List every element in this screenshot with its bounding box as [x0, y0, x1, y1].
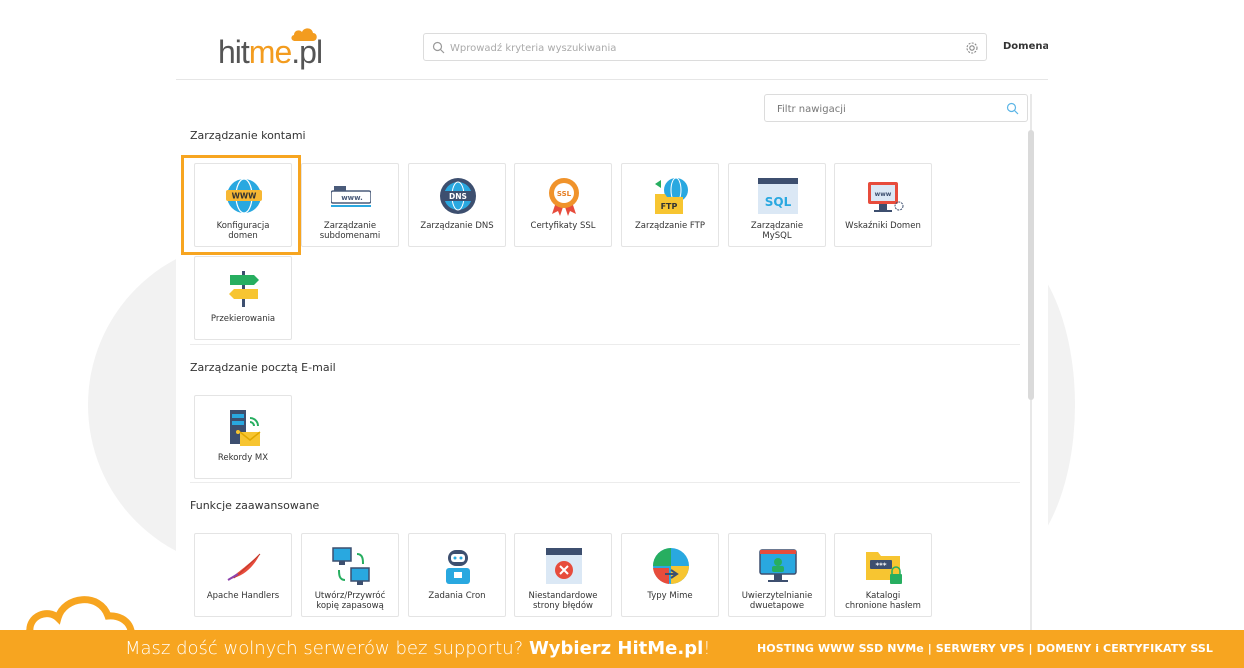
- section-title-advanced: Funkcje zaawansowane: [190, 499, 320, 512]
- signpost-icon: [229, 271, 259, 307]
- section-divider: [190, 482, 1020, 483]
- navigation-filter[interactable]: [764, 94, 1028, 122]
- tile-label: Typy Mime: [647, 591, 693, 601]
- tile-label: Rekordy MX: [217, 453, 269, 463]
- domain-monitor-icon: www: [868, 182, 904, 212]
- tile-label: Zarządzanie FTP: [634, 221, 705, 231]
- locked-folder-icon: ***: [866, 552, 902, 584]
- logo-text: hitme.pl: [218, 34, 323, 70]
- section-title-email: Zarządzanie pocztą E-mail: [190, 361, 336, 374]
- tile-backup[interactable]: Utwórz/Przywróć kopię zapasową: [301, 533, 399, 617]
- tile-mx-records[interactable]: Rekordy MX: [194, 395, 292, 479]
- tile-label: Uwierzytelnianie dwuetapowe: [741, 591, 813, 611]
- error-page-icon: [546, 548, 582, 584]
- apache-feather-icon: [227, 553, 261, 581]
- tile-domain-pointers[interactable]: www Wskaźniki Domen: [834, 163, 932, 247]
- tile-label: Zarządzanie MySQL: [750, 221, 804, 241]
- search-input[interactable]: [450, 38, 950, 58]
- tile-password-directories[interactable]: *** Katalogi chronione hasłem: [834, 533, 932, 617]
- svg-text:www: www: [875, 191, 892, 198]
- tile-subdomains[interactable]: www. Zarządzanie subdomenami: [301, 163, 399, 247]
- search-icon: [1006, 102, 1019, 115]
- tile-label: Zarządzanie DNS: [420, 221, 494, 231]
- cron-robot-icon: [446, 550, 470, 584]
- header-divider: [176, 79, 1048, 80]
- mx-server-mail-icon: [230, 410, 261, 446]
- svg-text:***: ***: [876, 562, 887, 570]
- dns-globe-icon: DNS: [440, 178, 476, 214]
- mime-types-icon: [653, 548, 689, 584]
- gear-icon[interactable]: [965, 41, 979, 55]
- svg-text:SQL: SQL: [765, 195, 792, 209]
- promo-banner[interactable]: Masz dość wolnych serwerów bez supportu?…: [0, 630, 1244, 668]
- banner-services: HOSTING WWW SSD NVMe | SERWERY VPS | DOM…: [757, 642, 1213, 655]
- banner-slogan: Masz dość wolnych serwerów bez supportu?…: [125, 638, 711, 659]
- tile-label: Apache Handlers: [206, 591, 280, 601]
- cpanel-window: hitme.pl Domena Zarządzanie kontami: [176, 0, 1048, 630]
- section-divider: [190, 344, 1020, 345]
- svg-text:FTP: FTP: [661, 202, 678, 211]
- tile-label: Przekierowania: [210, 314, 276, 324]
- tile-error-pages[interactable]: Niestandardowe strony błędów: [514, 533, 612, 617]
- tile-two-factor[interactable]: Uwierzytelnianie dwuetapowe: [728, 533, 826, 617]
- tile-label: Zarządzanie subdomenami: [319, 221, 381, 241]
- search-box[interactable]: [423, 33, 987, 61]
- domain-selector[interactable]: Domena: [1003, 41, 1048, 52]
- tile-label: Katalogi chronione hasłem: [845, 591, 921, 611]
- highlight-box: [181, 155, 301, 255]
- svg-text:SSL: SSL: [557, 190, 572, 198]
- tile-mysql[interactable]: SQL Zarządzanie MySQL: [728, 163, 826, 247]
- banner-brand: Wybierz HitMe.pl: [528, 638, 704, 659]
- tile-label: Certyfikaty SSL: [530, 221, 596, 231]
- tile-label: Niestandardowe strony błędów: [528, 591, 598, 611]
- tile-ftp[interactable]: FTP Zarządzanie FTP: [621, 163, 719, 247]
- svg-text:www.: www.: [341, 194, 363, 202]
- svg-text:DNS: DNS: [449, 192, 467, 201]
- sql-database-icon: SQL: [758, 178, 798, 214]
- tile-apache-handlers[interactable]: Apache Handlers: [194, 533, 292, 617]
- tile-label: Zadania Cron: [428, 591, 486, 601]
- subdomain-icon: www.: [331, 186, 371, 207]
- ssl-badge-icon: SSL: [549, 178, 579, 216]
- tile-label: Utwórz/Przywróć kopię zapasową: [314, 591, 386, 611]
- scrollbar[interactable]: [1028, 94, 1034, 630]
- filter-input[interactable]: [777, 100, 997, 118]
- tile-redirects[interactable]: Przekierowania: [194, 256, 292, 340]
- ftp-folder-icon: FTP: [655, 177, 688, 214]
- tile-dns[interactable]: DNS Zarządzanie DNS: [408, 163, 506, 247]
- two-factor-monitor-icon: [759, 549, 797, 582]
- section-title-accounts: Zarządzanie kontami: [190, 129, 306, 142]
- tile-mime-types[interactable]: Typy Mime: [621, 533, 719, 617]
- scroll-thumb[interactable]: [1028, 130, 1034, 400]
- tile-label: Wskaźniki Domen: [845, 221, 921, 231]
- backup-computers-icon: [332, 547, 370, 585]
- search-icon: [432, 41, 445, 54]
- hitme-logo[interactable]: hitme.pl: [218, 26, 338, 72]
- tile-ssl[interactable]: SSL Certyfikaty SSL: [514, 163, 612, 247]
- tile-cron-jobs[interactable]: Zadania Cron: [408, 533, 506, 617]
